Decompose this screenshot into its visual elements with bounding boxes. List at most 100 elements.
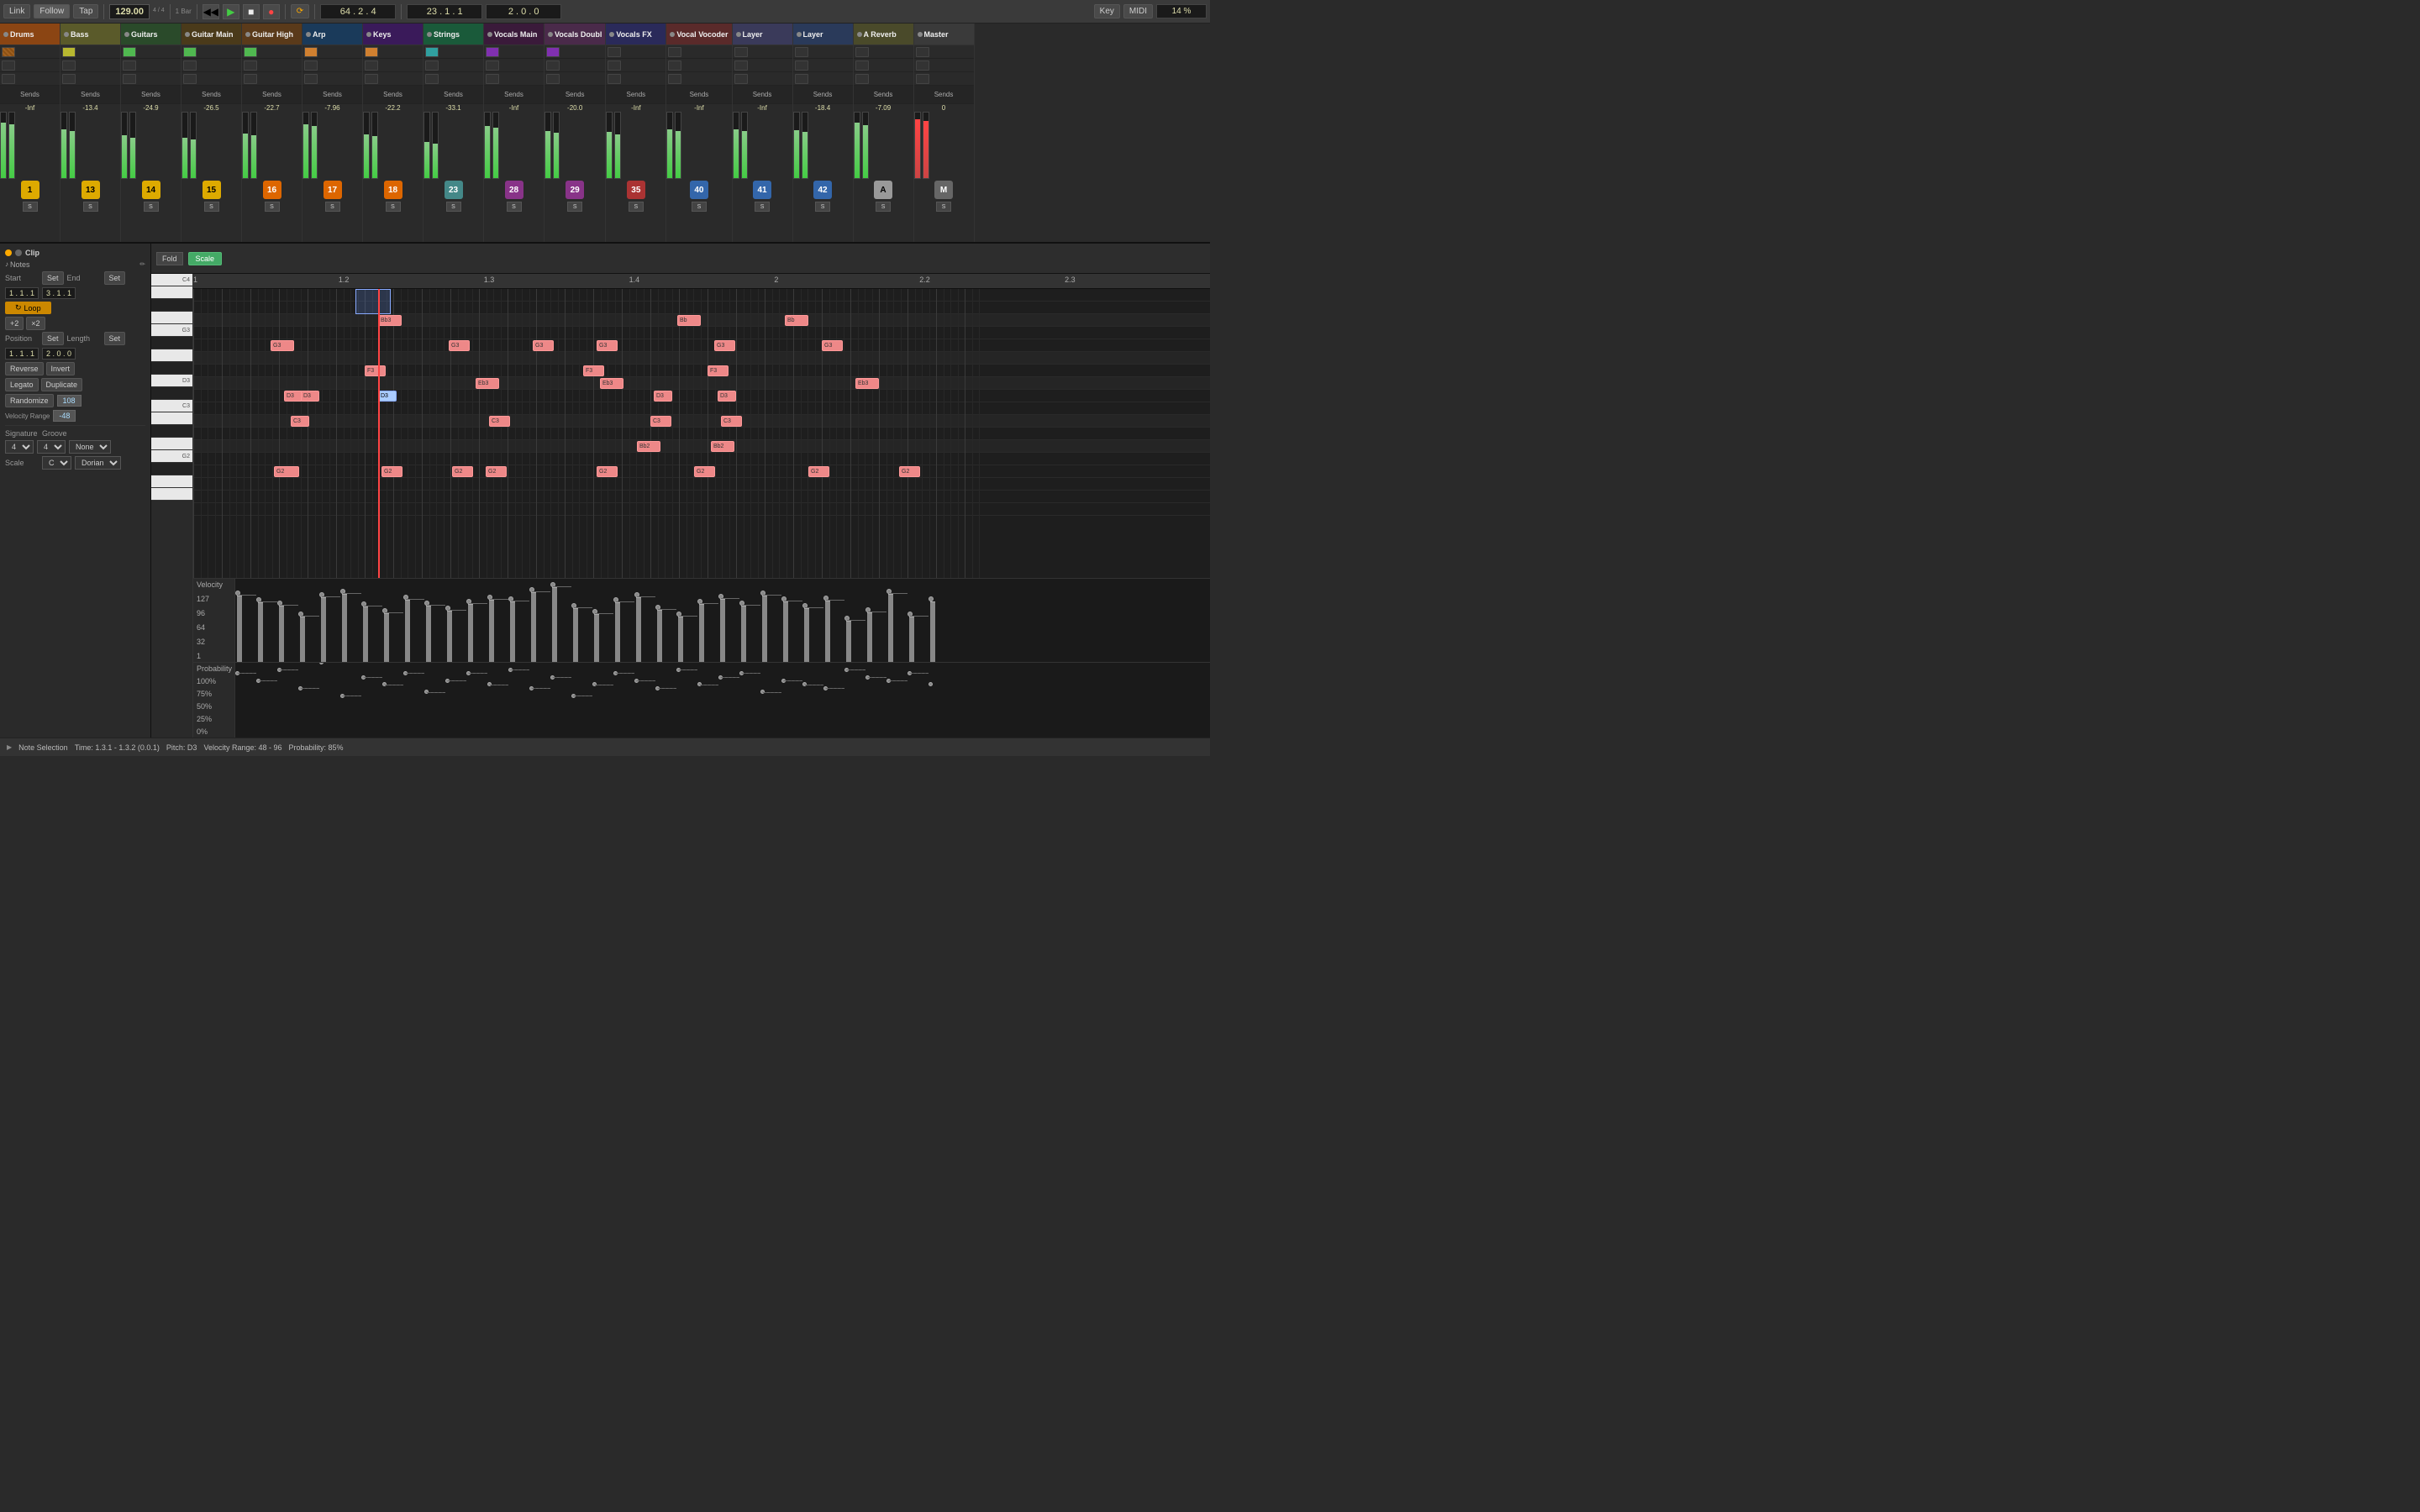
solo-button[interactable]: S xyxy=(265,202,280,212)
vel-bar-23[interactable] xyxy=(720,599,725,662)
clip-slot[interactable] xyxy=(916,60,929,71)
clip-slot[interactable] xyxy=(795,47,808,57)
fader-area[interactable] xyxy=(484,112,544,179)
fader-track-right[interactable] xyxy=(129,112,136,179)
midi-note-27[interactable]: Bb2 xyxy=(711,441,734,452)
track-header-3[interactable]: Guitar Main xyxy=(182,24,241,45)
fader-track-right[interactable] xyxy=(69,112,76,179)
clip-slot[interactable] xyxy=(425,47,439,57)
midi-note-16[interactable]: F3 xyxy=(583,365,604,376)
vel-bar-20[interactable] xyxy=(657,610,662,662)
pos-set-button[interactable]: Set xyxy=(42,332,64,345)
clip-slot[interactable] xyxy=(546,60,560,71)
fader-track-right[interactable] xyxy=(923,112,929,179)
fader-area[interactable] xyxy=(793,112,853,179)
scale-button[interactable]: Scale xyxy=(188,252,223,265)
piano-key-F#2[interactable] xyxy=(151,463,192,475)
fader-track[interactable] xyxy=(60,112,67,179)
fader-track[interactable] xyxy=(733,112,739,179)
fader-track-right[interactable] xyxy=(250,112,257,179)
fader-track-right[interactable] xyxy=(614,112,621,179)
reverse-button[interactable]: Reverse xyxy=(5,362,44,375)
track-header-14[interactable]: A Reverb xyxy=(854,24,913,45)
clip-slot[interactable] xyxy=(365,60,378,71)
solo-button[interactable]: S xyxy=(567,202,582,212)
track-badge[interactable]: 17 xyxy=(324,181,342,199)
track-header-15[interactable]: Master xyxy=(914,24,974,45)
solo-button[interactable]: S xyxy=(755,202,770,212)
transpose-plus2[interactable]: +2 xyxy=(5,317,24,330)
piano-key-B3[interactable] xyxy=(151,286,192,299)
clip-slot[interactable] xyxy=(668,74,681,84)
midi-note-12[interactable]: C3 xyxy=(489,416,510,427)
fader-track-right[interactable] xyxy=(802,112,808,179)
clip-slot[interactable] xyxy=(734,74,748,84)
clip-slot[interactable] xyxy=(795,74,808,84)
track-header-5[interactable]: Arp xyxy=(302,24,362,45)
clip-slot[interactable] xyxy=(2,47,15,57)
track-badge[interactable]: M xyxy=(934,181,953,199)
track-badge[interactable]: 16 xyxy=(263,181,281,199)
clip-slot[interactable] xyxy=(916,74,929,84)
solo-button[interactable]: S xyxy=(692,202,707,212)
piano-key-A3[interactable] xyxy=(151,312,192,324)
midi-note-4[interactable]: G2 xyxy=(274,466,299,477)
clip-slot[interactable] xyxy=(425,74,439,84)
piano-key-F2[interactable] xyxy=(151,475,192,488)
fader-track[interactable] xyxy=(424,112,430,179)
len-set-button[interactable]: Set xyxy=(104,332,126,345)
midi-note-7[interactable]: D3 xyxy=(378,391,397,402)
record-button[interactable]: ● xyxy=(263,4,280,19)
midi-note-22[interactable]: Bb xyxy=(677,315,701,326)
fader-track[interactable] xyxy=(484,112,491,179)
invert-button[interactable]: Invert xyxy=(46,362,76,375)
piano-key-G3[interactable]: G3 xyxy=(151,324,192,337)
track-badge[interactable]: 40 xyxy=(690,181,708,199)
track-header-2[interactable]: Guitars xyxy=(121,24,181,45)
fader-track-right[interactable] xyxy=(371,112,378,179)
fader-area[interactable] xyxy=(242,112,302,179)
fader-area[interactable] xyxy=(121,112,181,179)
vel-bar-7[interactable] xyxy=(384,613,389,662)
pencil-icon[interactable]: ✏ xyxy=(139,260,145,269)
fader-area[interactable] xyxy=(733,112,792,179)
probability-grid[interactable] xyxy=(235,663,1210,738)
scale-mode-select[interactable]: Dorian xyxy=(75,456,121,470)
clip-slot[interactable] xyxy=(2,74,15,84)
track-header-6[interactable]: Keys xyxy=(363,24,423,45)
midi-note-18[interactable]: D3 xyxy=(654,391,672,402)
duplicate-button[interactable]: Duplicate xyxy=(41,378,83,391)
track-badge[interactable]: 23 xyxy=(445,181,463,199)
midi-note-29[interactable]: G2 xyxy=(808,466,829,477)
legato-button[interactable]: Legato xyxy=(5,378,39,391)
sig-denominator[interactable]: 4 xyxy=(37,440,66,454)
clip-slot[interactable] xyxy=(62,60,76,71)
vel-bar-8[interactable] xyxy=(405,600,410,662)
track-badge[interactable]: 13 xyxy=(82,181,100,199)
track-badge[interactable]: 35 xyxy=(627,181,645,199)
midi-note-21[interactable]: G2 xyxy=(597,466,618,477)
midi-note-15[interactable]: G3 xyxy=(597,340,618,351)
clip-slot[interactable] xyxy=(365,74,378,84)
clip-slot[interactable] xyxy=(668,47,681,57)
vel-bar-6[interactable] xyxy=(363,606,368,662)
clip-slot[interactable] xyxy=(365,47,378,57)
midi-note-14[interactable]: G2 xyxy=(486,466,507,477)
velocity-grid[interactable] xyxy=(235,579,1210,662)
vel-bar-30[interactable] xyxy=(867,612,872,662)
midi-note-17[interactable]: Eb3 xyxy=(600,378,623,389)
clip-slot[interactable] xyxy=(546,74,560,84)
midi-note-3[interactable]: C3 xyxy=(291,416,309,427)
loop-button[interactable]: ⟳ xyxy=(291,4,309,18)
clip-slot[interactable] xyxy=(546,47,560,57)
clip-slot[interactable] xyxy=(183,60,197,71)
track-badge[interactable]: 15 xyxy=(203,181,221,199)
midi-note-8[interactable]: G2 xyxy=(381,466,402,477)
vel-bar-9[interactable] xyxy=(426,606,431,662)
vel-bar-16[interactable] xyxy=(573,608,578,662)
piano-key-Bb3[interactable] xyxy=(151,299,192,312)
vel-bar-29[interactable] xyxy=(846,621,851,663)
solo-button[interactable]: S xyxy=(629,202,644,212)
track-badge[interactable]: 1 xyxy=(21,181,39,199)
fader-area[interactable] xyxy=(914,112,974,179)
